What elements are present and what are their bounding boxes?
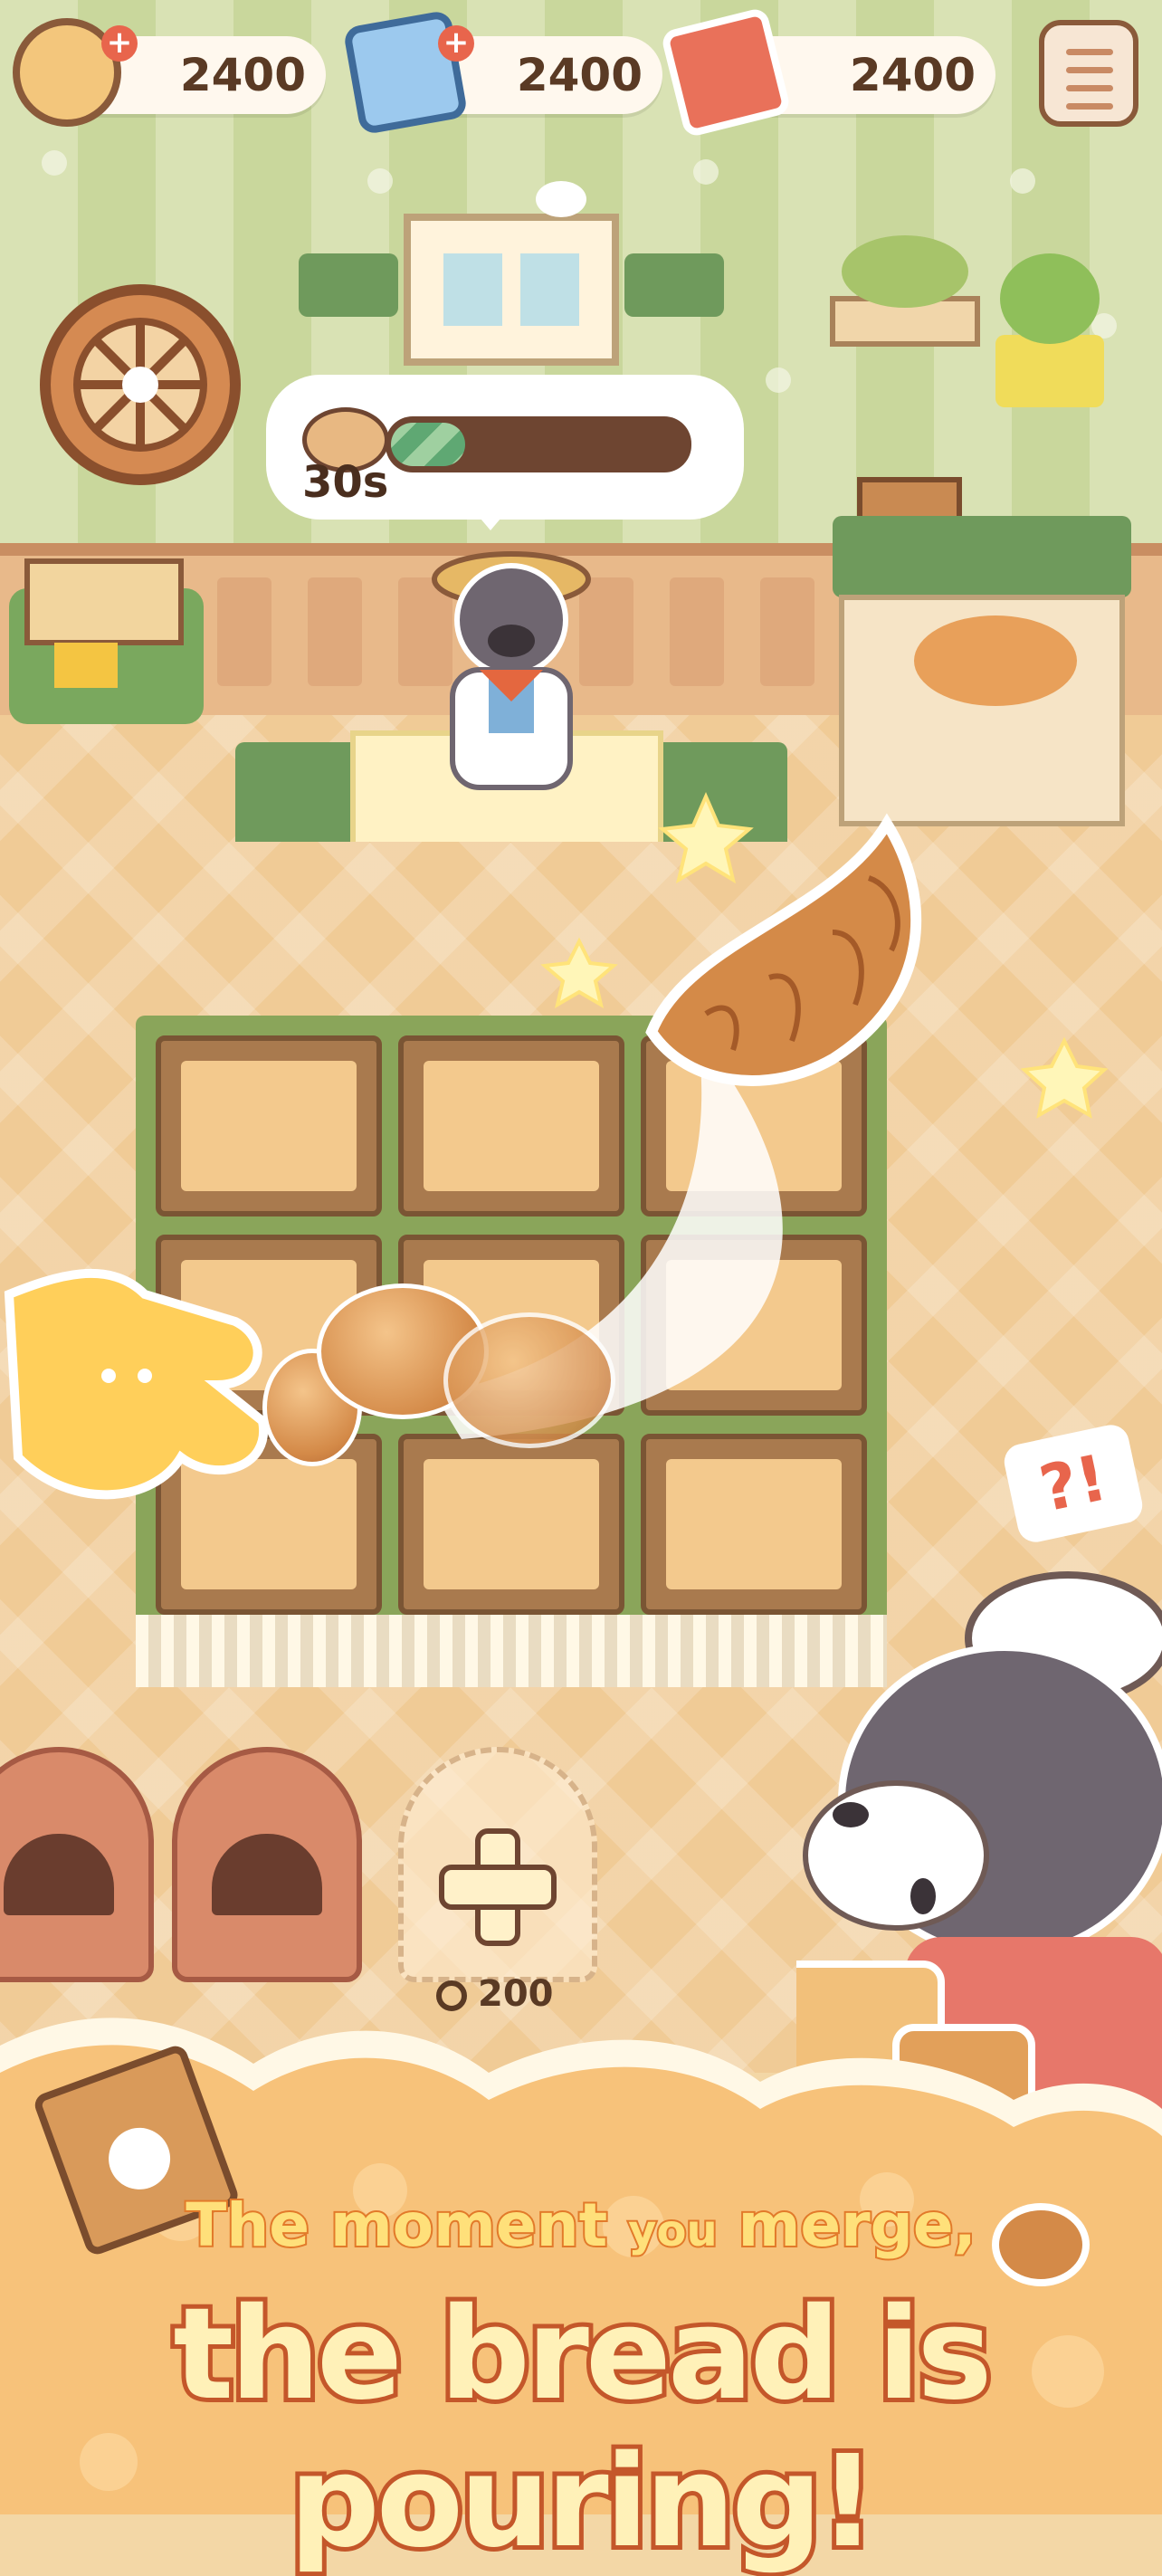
wagon-wheel-decor: [40, 284, 241, 485]
bubble-tail: [471, 507, 510, 530]
bakery-oven[interactable]: [0, 1747, 154, 1982]
grid-slot[interactable]: [156, 1035, 382, 1216]
ticket-value: 2400: [849, 49, 976, 101]
armchair-decor: [9, 558, 204, 724]
production-progress-bar: [386, 416, 691, 472]
bread-bun[interactable]: [443, 1312, 615, 1448]
production-timer: 30s: [302, 457, 389, 508]
produce-counter-decor: [833, 477, 1131, 826]
progress-fill: [391, 423, 465, 466]
window-decor: [299, 181, 724, 366]
pointer-hand-icon: [4, 1268, 269, 1500]
menu-button[interactable]: [1039, 20, 1138, 127]
grid-base: [136, 1615, 887, 1687]
plant-shelf-decor: [830, 235, 1104, 407]
tagline-part-b: you: [626, 2204, 719, 2258]
tagline-line1: The moment you merge,: [0, 2189, 1162, 2262]
add-coins-button[interactable]: +: [101, 25, 138, 62]
bakery-oven[interactable]: [172, 1747, 362, 1982]
sparkle-effects: [540, 792, 1109, 1119]
tagline-part-c: merge,: [717, 2189, 978, 2262]
tagline-line2: the bread is pouring!: [168, 2276, 996, 2576]
add-gems-button[interactable]: +: [438, 25, 474, 62]
plus-icon[interactable]: [439, 1828, 557, 1946]
gem-value: 2400: [516, 49, 643, 101]
tagline-part-a: The moment: [184, 2189, 629, 2262]
coin-value: 2400: [179, 49, 306, 101]
